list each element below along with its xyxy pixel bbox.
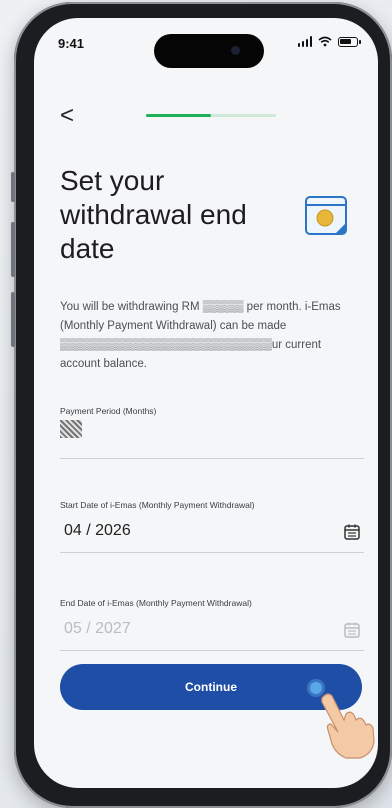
payment-period-masked-value[interactable] — [60, 420, 82, 438]
camera-icon — [231, 46, 240, 55]
phone-frame: 9:41 < Set your withdrawal end date You … — [11, 2, 392, 808]
pointing-hand-icon — [321, 693, 375, 759]
phone-volume-up — [11, 222, 15, 277]
start-date-label: Start Date of i-Emas (Monthly Payment Wi… — [60, 500, 255, 510]
withdrawal-description: You will be withdrawing RM ▒▒▒▒▒ per mon… — [60, 301, 341, 370]
end-date-label: End Date of i-Emas (Monthly Payment With… — [60, 598, 252, 608]
step-progress-bar — [146, 114, 276, 117]
start-date-value[interactable]: 04 / 2026 — [64, 522, 131, 540]
app-screen: 9:41 < Set your withdrawal end date You … — [34, 18, 378, 788]
wifi-icon — [318, 36, 332, 47]
status-icons — [297, 36, 361, 47]
phone-volume-down — [11, 292, 15, 347]
end-date-calendar-icon — [344, 622, 360, 638]
status-time: 9:41 — [58, 36, 85, 51]
signal-icon — [297, 36, 312, 47]
calendar-coin-icon — [305, 196, 347, 235]
phone-side-button — [11, 172, 15, 202]
back-button[interactable]: < — [60, 104, 74, 128]
step-progress-fill — [146, 114, 211, 117]
page-title: Set your withdrawal end date — [60, 165, 247, 264]
end-date-value: 05 / 2027 — [64, 620, 131, 637]
dynamic-island — [154, 34, 264, 68]
payment-period-label: Payment Period (Months) — [60, 406, 157, 416]
start-date-underline — [60, 552, 364, 553]
start-date-calendar-icon[interactable] — [342, 522, 362, 542]
end-date-underline — [60, 650, 364, 651]
battery-icon — [338, 36, 361, 47]
payment-period-underline — [60, 458, 364, 459]
